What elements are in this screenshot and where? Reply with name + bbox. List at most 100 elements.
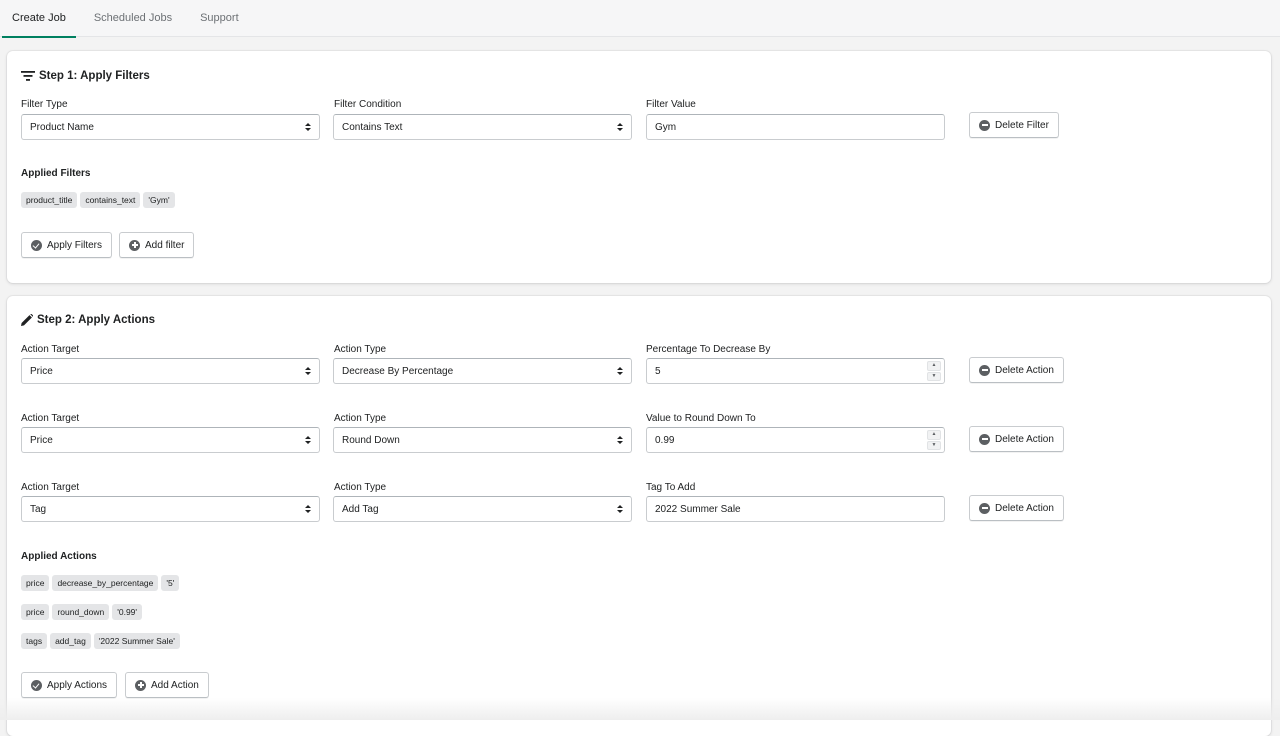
plus-circle-icon (135, 680, 146, 691)
check-circle-icon (31, 240, 42, 251)
select-caret-icon (305, 366, 311, 376)
filter-condition-value: Contains Text (342, 122, 402, 133)
minus-circle-icon (979, 120, 990, 131)
delete-filter-label: Delete Filter (995, 120, 1049, 131)
action-value-label: Percentage To Decrease By (646, 344, 770, 355)
tab-support[interactable]: Support (190, 0, 249, 37)
stepper-up-icon[interactable]: ▲ (927, 361, 941, 371)
stepper-up-icon[interactable]: ▲ (927, 430, 941, 440)
number-stepper[interactable]: ▲▼ (927, 430, 941, 450)
tag-to-add-input[interactable]: 2022 Summer Sale (646, 496, 945, 522)
apply-filters-label: Apply Filters (47, 240, 102, 251)
action-value-text: 2022 Summer Sale (655, 504, 741, 515)
filter-condition-select[interactable]: Contains Text (333, 114, 632, 140)
action-type-label: Action Type (334, 482, 386, 493)
action-chip: tags (21, 633, 47, 649)
delete-action-label: Delete Action (995, 434, 1054, 445)
select-caret-icon (305, 122, 311, 132)
select-caret-icon (617, 504, 623, 514)
filter-value-text: Gym (655, 122, 676, 133)
tab-create-job[interactable]: Create Job (2, 0, 76, 37)
applied-actions-heading: Applied Actions (21, 551, 97, 562)
action-chip: '0.99' (112, 604, 142, 620)
apply-filters-button[interactable]: Apply Filters (21, 232, 112, 258)
delete-action-button[interactable]: Delete Action (969, 426, 1064, 452)
delete-action-label: Delete Action (995, 503, 1054, 514)
select-caret-icon (617, 366, 623, 376)
add-action-label: Add Action (151, 680, 199, 691)
action-type-label: Action Type (334, 344, 386, 355)
top-tabs: Create Job Scheduled Jobs Support (0, 0, 1280, 37)
add-action-button[interactable]: Add Action (125, 672, 209, 698)
minus-circle-icon (979, 365, 990, 376)
pencil-icon (21, 314, 33, 326)
action-target-value: Price (30, 435, 53, 446)
plus-circle-icon (129, 240, 140, 251)
action-type-value: Add Tag (342, 504, 379, 515)
action-type-select[interactable]: Add Tag (333, 496, 632, 522)
delete-action-button[interactable]: Delete Action (969, 357, 1064, 383)
check-circle-icon (31, 680, 42, 691)
delete-action-label: Delete Action (995, 365, 1054, 376)
filter-value-input[interactable]: Gym (646, 114, 945, 140)
bottom-fade (0, 698, 1280, 720)
action-target-value: Price (30, 366, 53, 377)
apply-actions-label: Apply Actions (47, 680, 107, 691)
action-chip: round_down (52, 604, 109, 620)
action-chip: price (21, 604, 49, 620)
select-caret-icon (305, 504, 311, 514)
action-target-label: Action Target (21, 344, 79, 355)
action-target-select[interactable]: Tag (21, 496, 320, 522)
actions-card: Step 2: Apply Actions Action Target Pric… (7, 296, 1271, 736)
action-target-select[interactable]: Price (21, 358, 320, 384)
step1-title: Step 1: Apply Filters (39, 70, 150, 82)
action-type-select[interactable]: Decrease By Percentage (333, 358, 632, 384)
filter-value-label: Filter Value (646, 99, 696, 110)
action-target-label: Action Target (21, 482, 79, 493)
filter-type-select[interactable]: Product Name (21, 114, 320, 140)
number-stepper[interactable]: ▲▼ (927, 361, 941, 381)
action-type-value: Round Down (342, 435, 400, 446)
filter-icon (21, 71, 35, 81)
filter-type-value: Product Name (30, 122, 94, 133)
step2-title: Step 2: Apply Actions (37, 314, 155, 326)
action-value-number-input[interactable]: 5 ▲▼ (646, 358, 945, 384)
action-chip: price (21, 575, 49, 591)
filter-type-label: Filter Type (21, 99, 68, 110)
add-filter-button[interactable]: Add filter (119, 232, 194, 258)
step1-heading: Step 1: Apply Filters (21, 70, 150, 82)
action-value-text: 5 (655, 366, 661, 377)
applied-action-chips: tags add_tag '2022 Summer Sale' (21, 633, 180, 649)
action-chip: '2022 Summer Sale' (94, 633, 180, 649)
action-type-label: Action Type (334, 413, 386, 424)
stepper-down-icon[interactable]: ▼ (927, 372, 941, 382)
select-caret-icon (617, 122, 623, 132)
action-type-select[interactable]: Round Down (333, 427, 632, 453)
applied-action-chips: price decrease_by_percentage '5' (21, 575, 179, 591)
minus-circle-icon (979, 503, 990, 514)
tab-scheduled-jobs[interactable]: Scheduled Jobs (84, 0, 182, 37)
action-value-text: 0.99 (655, 435, 674, 446)
minus-circle-icon (979, 434, 990, 445)
select-caret-icon (617, 435, 623, 445)
filters-card: Step 1: Apply Filters Filter Type Produc… (7, 51, 1271, 283)
apply-actions-button[interactable]: Apply Actions (21, 672, 117, 698)
applied-filters-heading: Applied Filters (21, 168, 90, 179)
action-value-number-input[interactable]: 0.99 ▲▼ (646, 427, 945, 453)
action-value-label: Tag To Add (646, 482, 695, 493)
action-value-label: Value to Round Down To (646, 413, 756, 424)
applied-filter-chips: product_title contains_text 'Gym' (21, 192, 175, 208)
applied-action-chips: price round_down '0.99' (21, 604, 142, 620)
action-target-select[interactable]: Price (21, 427, 320, 453)
filter-chip: 'Gym' (143, 192, 174, 208)
action-target-value: Tag (30, 504, 46, 515)
action-chip: add_tag (50, 633, 91, 649)
action-target-label: Action Target (21, 413, 79, 424)
filter-chip: contains_text (80, 192, 140, 208)
action-chip: decrease_by_percentage (52, 575, 158, 591)
add-filter-label: Add filter (145, 240, 184, 251)
stepper-down-icon[interactable]: ▼ (927, 441, 941, 451)
delete-action-button[interactable]: Delete Action (969, 495, 1064, 521)
action-chip: '5' (161, 575, 179, 591)
delete-filter-button[interactable]: Delete Filter (969, 112, 1059, 138)
